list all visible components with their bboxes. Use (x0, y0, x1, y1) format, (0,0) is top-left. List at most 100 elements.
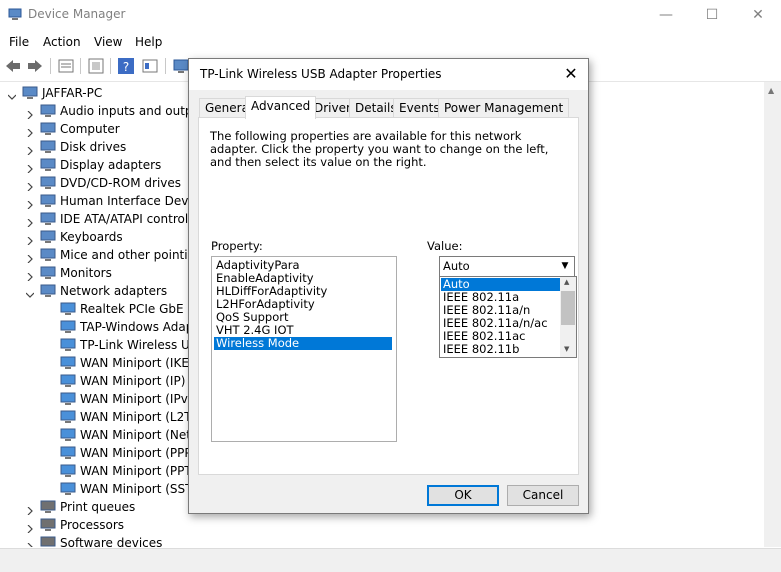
scroll-up-icon[interactable]: ▲ (768, 86, 774, 95)
advanced-tab-panel: The following properties are available f… (198, 117, 579, 475)
chevron-down-icon[interactable] (25, 286, 35, 298)
menu-action[interactable]: Action (43, 35, 81, 49)
value-combobox[interactable]: Auto ▼ (439, 256, 575, 277)
processor-icon (40, 518, 56, 532)
chevron-right-icon[interactable] (26, 538, 34, 547)
update-icon[interactable] (87, 57, 105, 75)
minimize-button[interactable]: — (643, 0, 689, 31)
menu-view[interactable]: View (94, 35, 122, 49)
chevron-right-icon[interactable] (26, 520, 34, 534)
back-icon[interactable] (4, 57, 22, 75)
chevron-right-icon[interactable] (26, 196, 34, 210)
cancel-button[interactable]: Cancel (507, 485, 579, 506)
audio-icon (40, 104, 56, 118)
value-option[interactable]: IEEE 802.11ac (441, 330, 561, 343)
chevron-right-icon[interactable] (26, 178, 34, 192)
ide-icon (40, 212, 56, 226)
properties-dialog: TP-Link Wireless USB Adapter Properties … (188, 58, 589, 514)
value-option[interactable]: IEEE 802.11a/n (441, 304, 561, 317)
value-label: Value: (427, 239, 463, 253)
tab-power-management[interactable]: Power Management (438, 98, 570, 118)
tree-scrollbar[interactable]: ▲ (764, 82, 781, 547)
disk-icon (40, 140, 56, 154)
network-adapter-icon (60, 392, 76, 406)
maximize-button[interactable]: ☐ (689, 0, 735, 31)
dialog-close-button[interactable]: ✕ (554, 59, 588, 90)
computer-icon (40, 122, 56, 136)
value-combobox-text: Auto (443, 259, 470, 273)
network-adapter-icon (60, 464, 76, 478)
tree-item-label: Network adapters (60, 284, 168, 298)
network-adapter-icon (60, 446, 76, 460)
value-option[interactable]: Auto (441, 278, 561, 291)
value-option[interactable]: IEEE 802.11b (441, 343, 561, 356)
network-adapter-icon (60, 428, 76, 442)
view-icon[interactable] (141, 57, 159, 75)
tree-item-label: WAN Miniport (L2TP) (80, 410, 204, 424)
dialog-title-bar: TP-Link Wireless USB Adapter Properties … (189, 59, 588, 90)
computer-icon (22, 86, 38, 100)
window-title: Device Manager (28, 7, 126, 21)
network-icon (40, 284, 56, 298)
status-bar (0, 548, 781, 572)
chevron-right-icon[interactable] (26, 502, 34, 516)
chevron-right-icon[interactable] (26, 250, 34, 264)
value-option[interactable]: IEEE 802.11a (441, 291, 561, 304)
toolbar-separator (80, 58, 81, 74)
menu-file[interactable]: File (9, 35, 29, 49)
chevron-right-icon[interactable] (26, 232, 34, 246)
menu-bar: File Action View Help (0, 31, 781, 53)
property-list-item[interactable]: Wireless Mode (214, 337, 392, 350)
chevron-right-icon[interactable] (26, 268, 34, 282)
mouse-icon (40, 248, 56, 262)
keyboard-icon (40, 230, 56, 244)
tree-item-label: Computer (60, 122, 120, 136)
chevron-right-icon[interactable] (26, 142, 34, 156)
chevron-right-icon[interactable] (26, 214, 34, 228)
chevron-right-icon[interactable] (26, 160, 34, 174)
network-adapter-icon (60, 410, 76, 424)
device-manager-icon (8, 8, 22, 20)
tree-item-label: WAN Miniport (IPv6) (80, 392, 201, 406)
svg-text:?: ? (123, 60, 129, 74)
tree-item-label: Display adapters (60, 158, 162, 172)
tree-item-label: Print queues (60, 500, 136, 514)
tree-category[interactable]: Processors (0, 516, 770, 534)
tab-advanced[interactable]: Advanced (245, 96, 317, 119)
network-adapter-icon (60, 356, 76, 370)
printer-icon (40, 500, 56, 514)
value-dropdown-list[interactable]: IEEE 802.11b IEEE 802.11ac IEEE 802.11a/n/… (439, 276, 577, 358)
scroll-up-icon[interactable]: ▲ (564, 278, 569, 286)
tree-item-label: WAN Miniport (SSTP) (80, 482, 205, 496)
tree-category[interactable]: Software devices (0, 534, 770, 547)
dropdown-scroll-thumb[interactable] (561, 291, 575, 325)
dialog-title: TP-Link Wireless USB Adapter Properties (200, 67, 442, 81)
title-bar: Device Manager — ☐ ✕ (0, 0, 781, 31)
tree-item-label: Monitors (60, 266, 112, 280)
display-icon (40, 158, 56, 172)
forward-icon[interactable] (26, 57, 44, 75)
dropdown-scrollbar[interactable]: ▲ ▼ (560, 277, 576, 357)
property-list[interactable]: AdaptivityPara EnableAdaptivity HLDiffForA… (211, 256, 397, 442)
properties-icon[interactable] (57, 57, 75, 75)
scroll-down-icon[interactable]: ▼ (564, 345, 569, 353)
help-icon[interactable]: ? (117, 57, 135, 75)
description-text: The following properties are available f… (210, 129, 549, 169)
chevron-down-icon[interactable]: ▼ (557, 258, 573, 275)
tree-item-label: Disk drives (60, 140, 127, 154)
network-adapter-icon (60, 374, 76, 388)
ok-button[interactable]: OK (427, 485, 499, 506)
network-adapter-icon (60, 320, 76, 334)
tree-item-label: Processors (60, 518, 125, 532)
hid-icon (40, 194, 56, 208)
close-button[interactable]: ✕ (735, 0, 781, 31)
chevron-down-icon[interactable] (7, 88, 17, 100)
chevron-right-icon[interactable] (26, 124, 34, 138)
software-icon (40, 536, 56, 547)
dvd-icon (40, 176, 56, 190)
value-option[interactable]: IEEE 802.11a/n/ac (441, 317, 561, 330)
tree-item-label: WAN Miniport (IP) (80, 374, 186, 388)
tree-item-label: JAFFAR-PC (42, 86, 103, 100)
menu-help[interactable]: Help (135, 35, 162, 49)
chevron-right-icon[interactable] (26, 106, 34, 120)
